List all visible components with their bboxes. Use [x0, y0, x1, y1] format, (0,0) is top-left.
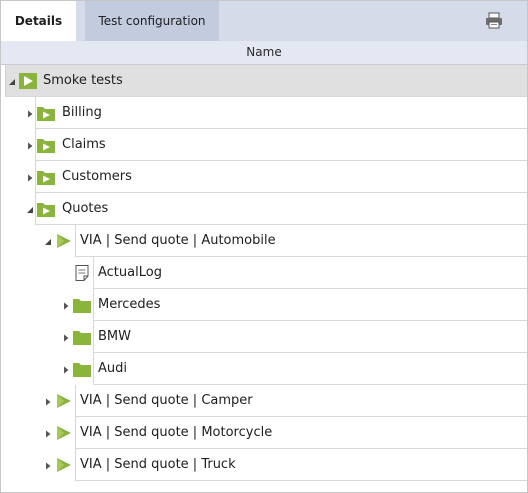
expanded-arrow-icon[interactable] — [7, 76, 17, 86]
folder-icon — [73, 297, 91, 313]
test-case-icon — [55, 393, 73, 409]
suite-icon — [19, 73, 37, 89]
collapsed-arrow-icon[interactable] — [25, 172, 35, 182]
collapsed-arrow-icon[interactable] — [43, 460, 53, 470]
expanded-arrow-icon[interactable] — [43, 236, 53, 246]
expanded-arrow-icon[interactable] — [25, 204, 35, 214]
suite-folder-icon — [37, 201, 55, 217]
test-case-icon — [55, 425, 73, 441]
tree-item-label: Audi — [98, 361, 127, 376]
tree-item-label: Customers — [62, 169, 132, 184]
tab-details[interactable]: Details — [1, 1, 76, 41]
test-case-icon — [55, 457, 73, 473]
folder-icon — [73, 329, 91, 345]
tree-item-label: Claims — [62, 137, 106, 152]
tree-item-label: Billing — [62, 105, 102, 120]
tree-item-label: VIA | Send quote | Camper — [80, 393, 253, 408]
tree-item-label: Mercedes — [98, 297, 161, 312]
collapsed-arrow-icon[interactable] — [61, 364, 71, 374]
collapsed-arrow-icon[interactable] — [61, 300, 71, 310]
suite-folder-icon — [37, 169, 55, 185]
collapsed-arrow-icon[interactable] — [25, 108, 35, 118]
suite-folder-icon — [37, 105, 55, 121]
tree-item-label: Quotes — [62, 201, 109, 216]
tree-item-label: VIA | Send quote | Motorcycle — [80, 425, 273, 440]
tree-item-label: VIA | Send quote | Automobile — [80, 233, 276, 248]
tree-row[interactable] — [35, 129, 527, 161]
suite-folder-icon — [37, 137, 55, 153]
tab-test-configuration[interactable]: Test configuration — [85, 1, 219, 41]
name-column-header[interactable]: Name — [1, 41, 527, 65]
printer-icon — [486, 12, 502, 29]
tab-bar: Details Test configuration — [1, 1, 527, 41]
tree-row[interactable] — [35, 193, 527, 225]
collapsed-arrow-icon[interactable] — [43, 428, 53, 438]
tree-row[interactable] — [93, 353, 527, 385]
log-document-icon — [73, 265, 91, 281]
collapsed-arrow-icon[interactable] — [25, 140, 35, 150]
folder-icon — [73, 361, 91, 377]
collapsed-arrow-icon[interactable] — [61, 332, 71, 342]
test-case-icon — [55, 233, 73, 249]
details-panel: Details Test configuration Name Smoke te… — [0, 0, 528, 493]
tree-row[interactable] — [35, 97, 527, 129]
tree-item-label: Smoke tests — [43, 73, 123, 88]
tree-item-label: VIA | Send quote | Truck — [80, 457, 236, 472]
collapsed-arrow-icon[interactable] — [43, 396, 53, 406]
tree-item-label: ActualLog — [98, 265, 162, 280]
print-button[interactable] — [483, 11, 505, 31]
tree-row[interactable] — [93, 321, 527, 353]
tree-item-label: BMW — [98, 329, 131, 344]
